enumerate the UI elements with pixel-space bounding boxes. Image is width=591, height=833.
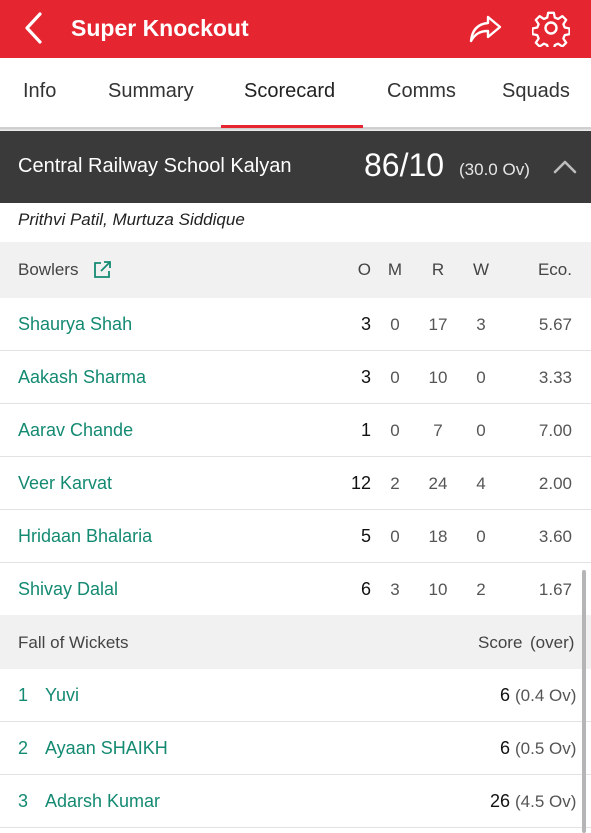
bowler-overs: 3 [360, 367, 371, 387]
fall-of-wickets-label: Fall of Wickets [18, 633, 129, 652]
team-name: Central Railway School Kalyan [18, 155, 292, 177]
bowler-row: Aarav Chande 1 0 7 0 7.00 [0, 404, 591, 457]
tab-squads[interactable]: Squads [502, 58, 570, 128]
external-link-icon[interactable] [93, 260, 112, 279]
bowler-name[interactable]: Veer Karvat [18, 457, 112, 510]
bowler-runs: 24 [428, 474, 448, 493]
bowler-overs: 3 [360, 314, 371, 334]
bowler-name[interactable]: Shaurya Shah [18, 298, 132, 351]
col-overs: O [357, 260, 371, 279]
bowler-overs: 5 [360, 526, 371, 546]
bowler-maidens: 2 [390, 474, 400, 493]
bowler-maidens: 3 [390, 580, 400, 599]
tab-comms[interactable]: Comms [387, 58, 456, 128]
col-runs: R [431, 260, 445, 279]
bowler-maidens: 0 [390, 315, 400, 334]
bowler-maidens: 0 [390, 527, 400, 546]
chevron-up-icon[interactable] [551, 153, 579, 179]
wicket-score: 6 [499, 685, 510, 705]
fow-score-label: Score [478, 633, 523, 652]
bowler-overs: 12 [350, 473, 371, 493]
wicket-score: 26 [489, 791, 510, 811]
bowler-runs: 17 [428, 315, 448, 334]
bowler-runs: 7 [433, 421, 443, 440]
team-overs: (30.0 Ov) [459, 160, 530, 179]
col-economy: Eco. [537, 260, 572, 279]
scrollbar[interactable] [582, 570, 586, 833]
bowler-wickets: 3 [476, 315, 486, 334]
wicket-over: (0.5 Ov) [515, 739, 577, 758]
wicket-score: 6 [499, 738, 510, 758]
bowler-maidens: 0 [390, 368, 400, 387]
wicket-row: 2 Ayaan SHAIKH 6 (0.5 Ov) [0, 722, 591, 775]
tab-summary[interactable]: Summary [108, 58, 194, 128]
bowler-name[interactable]: Aakash Sharma [18, 351, 146, 404]
tab-scorecard[interactable]: Scorecard [244, 58, 335, 128]
bowler-overs: 6 [360, 579, 371, 599]
wicket-over: (4.5 Ov) [515, 792, 577, 811]
fow-over-label: (over) [530, 633, 575, 652]
bowler-runs: 18 [428, 527, 448, 546]
bowler-economy: 3.60 [538, 527, 572, 546]
fall-of-wickets-header: Fall of Wickets Score (over) [0, 615, 591, 671]
tab-bar: Info Summary Scorecard Comms Squads [0, 58, 591, 128]
bowler-wickets: 2 [476, 580, 486, 599]
bowler-economy: 3.33 [538, 368, 572, 387]
bowler-row: Shaurya Shah 3 0 17 3 5.67 [0, 298, 591, 351]
share-icon[interactable] [467, 12, 503, 46]
bowler-maidens: 0 [390, 421, 400, 440]
bowler-wickets: 0 [476, 368, 486, 387]
wicket-batter-name[interactable]: Ayaan SHAIKH [45, 722, 168, 775]
wicket-row: 3 Adarsh Kumar 26 (4.5 Ov) [0, 775, 591, 828]
bowlers-header: Bowlers O M R W Eco. [0, 242, 591, 298]
bowler-row: Hridaan Bhalaria 5 0 18 0 3.60 [0, 510, 591, 563]
bowler-wickets: 0 [476, 527, 486, 546]
wicket-number: 2 [18, 738, 29, 758]
bowler-economy: 1.67 [538, 580, 572, 599]
wicket-row: 1 Yuvi 6 (0.4 Ov) [0, 669, 591, 722]
page-title: Super Knockout [71, 15, 249, 41]
wicket-number: 3 [18, 791, 29, 811]
team-score: 86/10 [364, 147, 445, 183]
bowler-economy: 2.00 [538, 474, 572, 493]
col-wickets: W [472, 260, 490, 279]
col-maidens: M [387, 260, 403, 279]
did-not-bat-list: Prithvi Patil, Murtuza Siddique [18, 210, 245, 229]
innings-header[interactable]: Central Railway School Kalyan 86/10 (30.… [0, 131, 591, 203]
bowler-row: Shivay Dalal 6 3 10 2 1.67 [0, 563, 591, 616]
bowler-name[interactable]: Hridaan Bhalaria [18, 510, 152, 563]
wicket-number: 1 [18, 685, 29, 705]
bowler-economy: 7.00 [538, 421, 572, 440]
wicket-over: (0.4 Ov) [515, 686, 577, 705]
tab-info[interactable]: Info [23, 58, 56, 128]
bowler-wickets: 4 [476, 474, 486, 493]
bowler-wickets: 0 [476, 421, 486, 440]
bowler-economy: 5.67 [538, 315, 572, 334]
bowler-overs: 1 [360, 420, 371, 440]
wicket-batter-name[interactable]: Adarsh Kumar [45, 775, 160, 828]
bowler-runs: 10 [428, 580, 448, 599]
back-arrow-icon[interactable] [20, 10, 50, 46]
gear-icon[interactable] [532, 9, 570, 47]
bowler-row: Aakash Sharma 3 0 10 0 3.33 [0, 351, 591, 404]
bowler-name[interactable]: Shivay Dalal [18, 563, 118, 616]
bowler-runs: 10 [428, 368, 448, 387]
bowler-row: Veer Karvat 12 2 24 4 2.00 [0, 457, 591, 510]
bowlers-label: Bowlers [18, 260, 79, 279]
wicket-batter-name[interactable]: Yuvi [45, 669, 79, 722]
bowler-name[interactable]: Aarav Chande [18, 404, 133, 457]
app-bar: Super Knockout [0, 0, 591, 58]
